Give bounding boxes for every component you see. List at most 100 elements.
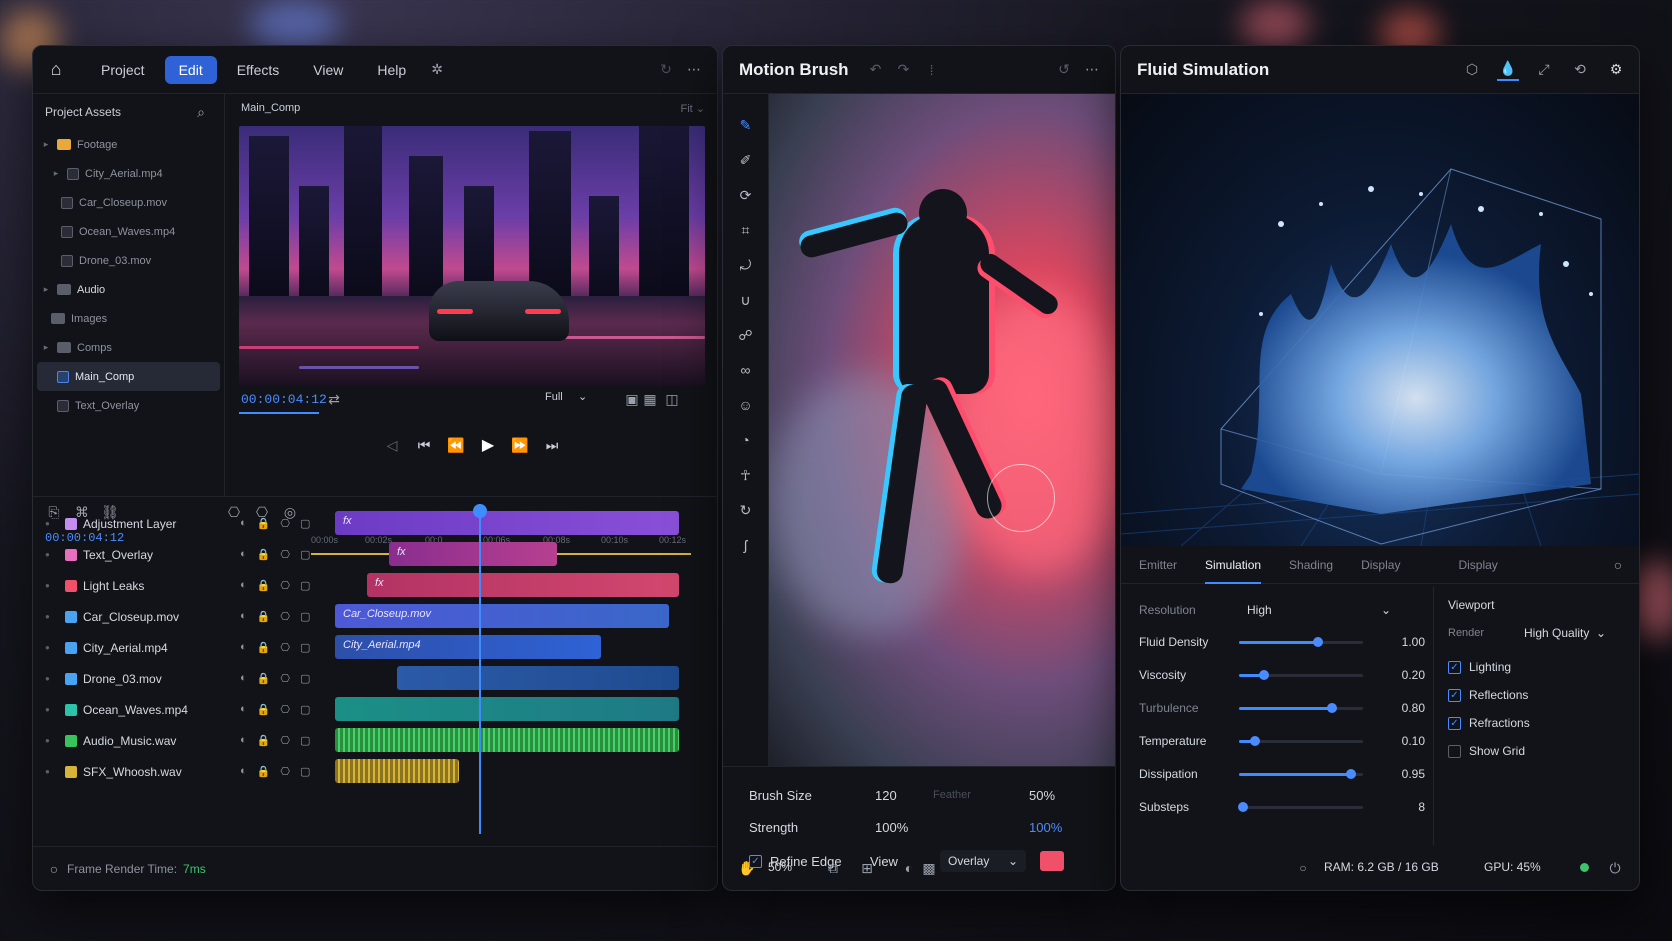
menu-edit[interactable]: Edit [164,55,217,84]
hand-icon[interactable]: ✋ [736,857,758,879]
param-value[interactable]: 0.20 [1402,668,1425,682]
param-slider[interactable] [1239,735,1363,746]
drag-icon[interactable]: ⁞ [921,59,943,81]
lock-icon[interactable]: 🔒 [257,672,271,685]
transform-icon[interactable]: ⤢ [1533,59,1555,81]
viewport-option[interactable]: Show Grid [1448,744,1525,758]
visibility-icon[interactable]: ● [45,550,50,559]
viewport-option[interactable]: ✓ Lighting [1448,660,1511,674]
tree-folder-comps[interactable]: ▸ Comps [33,333,224,362]
rotate-icon[interactable]: ↻ [735,499,757,521]
tab-display-2[interactable]: Display [1458,558,1497,572]
param-value[interactable]: 1.00 [1402,635,1425,649]
param-value[interactable]: 0.95 [1402,767,1425,781]
tree-comp-main[interactable]: Main_Comp [37,362,220,391]
pen-icon[interactable]: ✐ [735,149,757,171]
tree-comp-text[interactable]: Text_Overlay [33,391,224,420]
refresh-icon[interactable]: ↻ [655,59,677,81]
lasso-icon[interactable]: ⟳ [735,184,757,206]
feather-value[interactable]: 50% [1029,788,1055,803]
power-icon[interactable]: ⏻ [1604,857,1626,879]
zoom-level[interactable]: 50% [768,860,792,874]
timer-icon[interactable]: ◔ [735,429,757,451]
timeline-clip[interactable] [335,759,459,783]
mute-icon[interactable]: ▢ [300,765,310,778]
tab-simulation[interactable]: Simulation [1205,558,1262,584]
param-value[interactable]: 8 [1418,800,1425,814]
mute-icon[interactable]: ▢ [300,672,310,685]
lock-icon[interactable]: 🔒 [257,610,271,623]
cache-icon[interactable]: ⟲ [1569,59,1591,81]
mask-icon[interactable]: ◐ [898,857,920,879]
solo-icon[interactable]: ◐ [240,672,247,685]
tab-display[interactable]: Display [1361,558,1400,572]
lock-icon[interactable]: 🔒 [257,641,271,654]
gear-icon[interactable]: ⚙ [1605,59,1627,81]
skip-end-icon[interactable]: ⏭ [541,434,563,456]
figure-icon[interactable]: ☍ [735,324,757,346]
timeline-clip[interactable] [335,697,679,721]
link-icon[interactable]: ⎔ [280,517,290,530]
lock-icon[interactable]: 🔒 [257,765,271,778]
fit-icon[interactable]: ⧉ [822,857,844,879]
menu-view[interactable]: View [299,56,357,84]
playhead[interactable] [473,504,487,834]
mute-icon[interactable]: ▢ [300,641,310,654]
option-checkbox[interactable]: ✓ [1448,716,1461,730]
channels-icon[interactable]: ⊞ [856,857,878,879]
link-icon[interactable]: ⎔ [280,734,290,747]
home-icon[interactable]: ⌂ [45,59,67,81]
param-slider[interactable] [1239,669,1363,680]
viewer-timecode[interactable]: 00:00:04:12 [241,392,327,407]
more-icon[interactable]: ⋯ [1081,59,1103,81]
link-icon[interactable]: ∞ [735,359,757,381]
face-icon[interactable]: ☺ [735,394,757,416]
timeline-clip[interactable] [397,666,679,690]
visibility-icon[interactable]: ● [45,736,50,745]
redo-icon[interactable]: ↷ [893,59,915,81]
overlay-icon[interactable]: ▩ [918,857,940,879]
link-icon[interactable]: ⎔ [280,579,290,592]
lock-icon[interactable]: 🔒 [257,548,271,561]
grid-icon[interactable]: ▦ [639,388,661,410]
timeline-clip[interactable]: Car_Closeup.mov [335,604,669,628]
lock-icon[interactable]: 🔒 [257,517,271,530]
lock-icon[interactable]: 🔒 [257,579,271,592]
slider-knob[interactable] [1345,768,1356,779]
menu-effects[interactable]: Effects [223,56,294,84]
link-icon[interactable]: ⎔ [280,765,290,778]
tree-folder-images[interactable]: Images [33,304,224,333]
step-back-icon[interactable]: ⏪ [445,434,467,456]
param-slider[interactable] [1239,636,1363,647]
droplet-icon[interactable]: 💧 [1497,59,1519,81]
mute-icon[interactable]: ▢ [300,548,310,561]
fit-dropdown[interactable]: Fit ⌄ [680,102,705,115]
tree-file[interactable]: Car_Closeup.mov [33,188,224,217]
visibility-icon[interactable]: ● [45,674,50,683]
visibility-icon[interactable]: ● [45,767,50,776]
link-icon[interactable]: ⎔ [280,672,290,685]
option-checkbox[interactable]: ✓ [1448,688,1461,702]
timeline-clip[interactable] [335,728,679,752]
option-checkbox[interactable]: ✓ [1448,660,1461,674]
param-value[interactable]: 0.80 [1402,701,1425,715]
shield-icon[interactable]: ⬡ [1461,59,1483,81]
tree-folder-audio[interactable]: ▸ Audio [33,275,224,304]
more-icon[interactable]: ⋯ [683,59,705,81]
loop-icon[interactable]: ⇄ [323,388,345,410]
resolution-dropdown[interactable]: High ⌄ [1239,599,1399,621]
timeline-clip[interactable]: fx [367,573,679,597]
visibility-icon[interactable]: ● [45,519,50,528]
step-forward-icon[interactable]: ⏩ [509,434,531,456]
param-slider[interactable] [1237,801,1363,812]
viewport-option[interactable]: ✓ Reflections [1448,688,1528,702]
solo-icon[interactable]: ◐ [240,610,247,623]
visibility-icon[interactable]: ● [45,643,50,652]
sparkle-icon[interactable]: ✲ [426,59,448,81]
strength-secondary-value[interactable]: 100% [1029,820,1062,835]
brush-icon[interactable]: ✎ [735,114,757,136]
brush-size-value[interactable]: 120 [875,788,933,803]
slider-knob[interactable] [1237,801,1248,812]
mute-icon[interactable]: ▢ [300,579,310,592]
visibility-icon[interactable]: ● [45,581,50,590]
